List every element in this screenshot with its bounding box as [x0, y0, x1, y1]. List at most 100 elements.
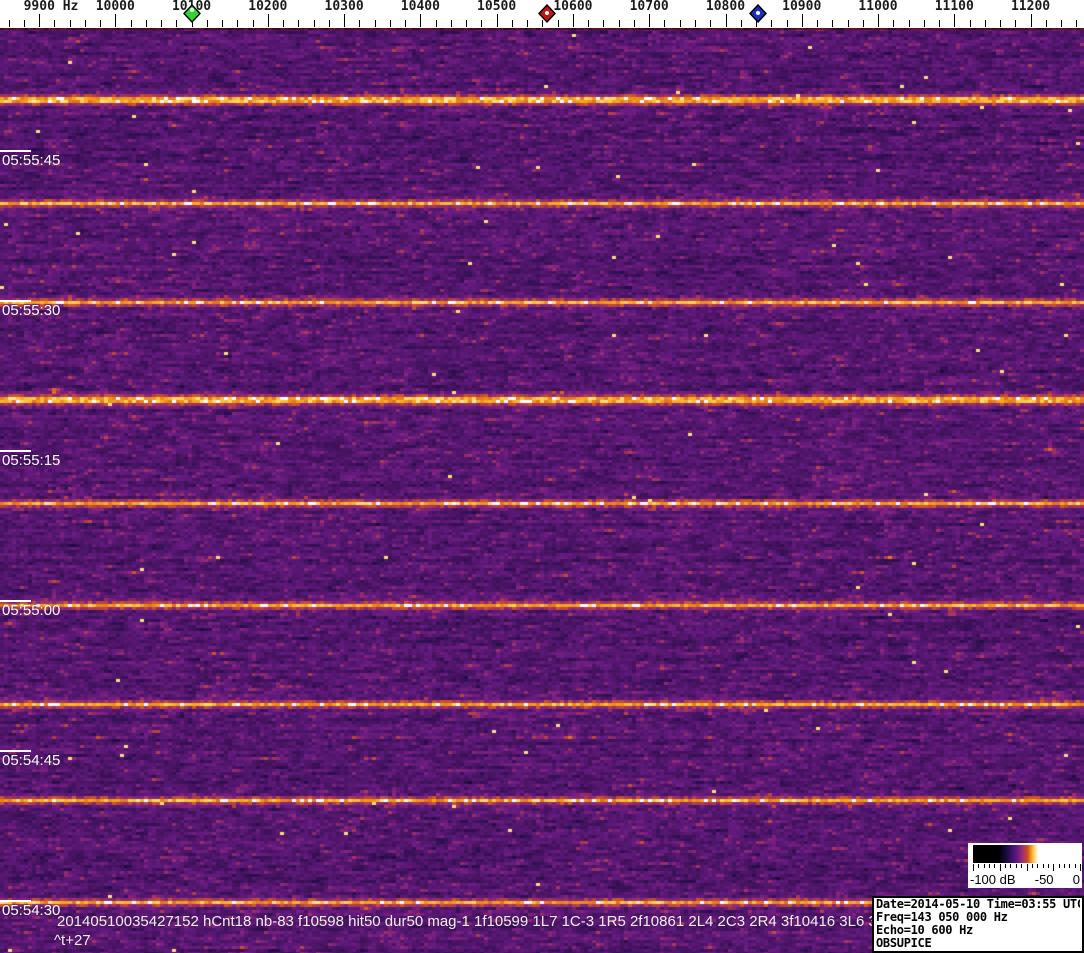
blue-frequency-marker-diamond[interactable] [749, 3, 768, 28]
freq-minor-tick [694, 20, 696, 27]
freq-major-tick [344, 14, 346, 27]
freq-minor-tick [466, 20, 468, 27]
freq-minor-tick [862, 20, 864, 27]
freq-minor-tick [939, 20, 940, 27]
freq-minor-tick [8, 20, 10, 27]
detection-status-text: 20140510035427152 hCnt18 nb-83 f10598 hi… [57, 913, 928, 930]
colorbar-tick [994, 864, 996, 868]
colorbar-legend: -100 dB -50 0 [968, 843, 1082, 888]
freq-major-tick [801, 14, 803, 27]
info-echo: Echo=10 600 Hz [876, 924, 973, 937]
frequency-axis-ruler[interactable]: 9900 Hz100001010010200103001040010500106… [0, 0, 1084, 28]
freq-axis-label: 10200 [248, 0, 288, 14]
freq-minor-tick [603, 20, 605, 27]
freq-axis-label: 10800 [705, 0, 746, 14]
freq-minor-tick [908, 20, 910, 27]
colorbar-tick [1005, 864, 1007, 868]
freq-minor-tick [1045, 20, 1047, 27]
freq-minor-tick [771, 20, 773, 27]
freq-minor-tick [222, 20, 224, 27]
freq-major-tick [878, 14, 879, 27]
colorbar-tick [999, 864, 1001, 871]
freq-minor-tick [328, 20, 330, 27]
freq-minor-tick [893, 20, 895, 27]
freq-major-tick [725, 14, 727, 27]
time-axis-label: 05:55:00 [2, 602, 61, 619]
freq-axis-label: 9900 Hz [23, 0, 79, 14]
freq-major-tick [39, 14, 40, 27]
freq-minor-tick [1061, 20, 1063, 27]
freq-minor-tick [84, 20, 86, 27]
freq-minor-tick [359, 20, 361, 27]
time-axis-label: 05:55:30 [2, 302, 61, 319]
time-axis-label: 05:55:45 [2, 152, 61, 169]
freq-axis-label: 11100 [934, 0, 974, 14]
colorbar-tick [1031, 864, 1033, 868]
spectrogram-screen: 9900 Hz100001010010200103001040010500106… [0, 0, 1084, 953]
freq-minor-tick [618, 20, 620, 27]
colorbar-min-label: -100 dB [970, 872, 1016, 887]
freq-minor-tick [100, 20, 101, 27]
freq-major-tick [649, 14, 651, 27]
colorbar-tick [1042, 864, 1044, 868]
freq-axis-label: 10700 [629, 0, 669, 14]
freq-minor-tick [633, 20, 635, 27]
freq-major-tick [115, 14, 117, 27]
freq-minor-tick [832, 20, 834, 27]
freq-minor-tick [206, 20, 208, 27]
freq-major-tick [420, 14, 422, 27]
freq-minor-tick [389, 20, 391, 27]
freq-minor-tick [527, 20, 529, 27]
colorbar-tick [1069, 864, 1071, 868]
freq-minor-tick [450, 20, 452, 27]
colorbar-tick [973, 864, 974, 871]
info-frequency: Freq=143 050 000 Hz [876, 911, 1008, 924]
freq-minor-tick [405, 20, 407, 27]
freq-major-tick [572, 14, 574, 27]
info-date-time: Date=2014-05-10 Time=03:55 UTC [876, 898, 1080, 911]
colorbar-tick [983, 864, 985, 868]
green-frequency-marker-diamond[interactable] [182, 3, 201, 28]
freq-major-tick [267, 14, 269, 27]
colorbar-tick [1037, 864, 1039, 868]
freq-minor-tick [817, 20, 818, 27]
freq-major-tick [496, 14, 498, 27]
freq-minor-tick [1000, 20, 1001, 27]
freq-axis-label: 11200 [1010, 0, 1051, 14]
colorbar-max-label: 0 [1072, 872, 1080, 887]
freq-minor-tick [511, 20, 513, 27]
freq-minor-tick [374, 20, 376, 27]
red-frequency-marker-diamond[interactable] [538, 3, 556, 28]
colorbar-tick [1058, 864, 1060, 868]
freq-minor-tick [54, 20, 56, 27]
time-axis-label: 05:54:45 [2, 752, 61, 769]
time-axis-label: 05:55:15 [2, 452, 61, 469]
spectrogram-waterfall[interactable] [0, 28, 1084, 953]
trigger-annotation-text: ^t+27 [54, 932, 91, 949]
freq-minor-tick [740, 20, 742, 27]
colorbar-gradient [973, 845, 1080, 863]
colorbar-mid-label: -50 [1034, 872, 1054, 887]
freq-minor-tick [710, 20, 712, 27]
freq-minor-tick [435, 20, 437, 27]
colorbar-tick [1047, 864, 1049, 868]
freq-minor-tick [588, 20, 590, 27]
colorbar-scale-labels: -100 dB -50 0 [970, 873, 1080, 887]
colorbar-tick [1010, 864, 1012, 868]
freq-minor-tick [176, 20, 178, 27]
observation-info-box: Date=2014-05-10 Time=03:55 UTC Freq=143 … [872, 896, 1084, 953]
freq-minor-tick [923, 20, 925, 27]
colorbar-tick [1053, 864, 1055, 871]
freq-minor-tick [1076, 20, 1078, 27]
freq-axis-label: 10300 [324, 0, 364, 14]
freq-minor-tick [252, 20, 254, 27]
freq-minor-tick [69, 20, 71, 27]
time-axis-label: 05:54:30 [2, 902, 61, 919]
freq-minor-tick [145, 20, 147, 27]
freq-minor-tick [664, 20, 666, 27]
freq-axis-label: 10000 [95, 0, 135, 14]
freq-minor-tick [313, 20, 315, 27]
colorbar-tick [1074, 864, 1076, 868]
freq-minor-tick [481, 20, 483, 27]
freq-minor-tick [161, 20, 162, 27]
